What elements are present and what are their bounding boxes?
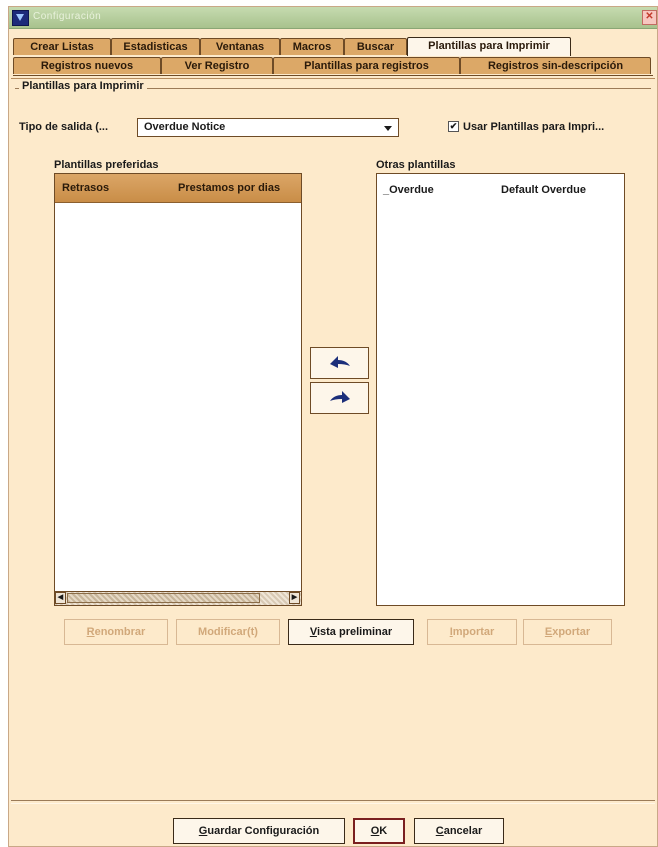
scroll-thumb[interactable] — [67, 593, 260, 603]
preview-mnemonic: V — [309, 626, 317, 638]
export-button[interactable]: Exportar — [523, 619, 612, 645]
tab-ver-registro[interactable]: Ver Registro — [161, 57, 273, 74]
use-templates-label: Usar Plantillas para Impri... — [463, 121, 605, 133]
rename-label-rest: enombrar — [94, 626, 146, 638]
tab-estadisticas[interactable]: Estadisticas — [111, 38, 200, 55]
window-title: Configuración — [33, 11, 102, 22]
ok-button[interactable]: OK — [353, 818, 405, 844]
tab-content: Plantillas para Imprimir Tipo de salida … — [11, 78, 655, 809]
tab-registros-sin-descripcion[interactable]: Registros sin-descripción — [460, 57, 651, 74]
tab-plantillas-registros[interactable]: Plantillas para registros — [273, 57, 460, 74]
preview-button[interactable]: Vista preliminar — [288, 619, 414, 645]
template-name: _Overdue — [383, 184, 434, 196]
save-label-rest: uardar Configuración — [207, 825, 320, 837]
template-description: Default Overdue — [501, 184, 586, 196]
output-type-label: Tipo de salida (... — [19, 121, 109, 133]
other-templates-label: Otras plantillas — [376, 159, 456, 171]
chevron-down-icon[interactable] — [384, 126, 392, 131]
tab-row-2: Registros nuevos Ver Registro Plantillas… — [13, 57, 653, 76]
title-bar[interactable]: Configuración ✕ — [9, 7, 657, 29]
tab-crear-listas[interactable]: Crear Listas — [13, 38, 111, 55]
preferred-list-header: Retrasos Prestamos por dias — [55, 174, 301, 203]
close-icon[interactable]: ✕ — [642, 10, 657, 25]
preferred-templates-list[interactable]: Retrasos Prestamos por dias ◀ ▶ — [54, 173, 302, 606]
arrow-right-icon — [330, 391, 350, 403]
tab-plantillas-imprimir[interactable]: Plantillas para Imprimir — [407, 37, 571, 56]
modify-button[interactable]: Modificar(t) — [176, 619, 280, 645]
arrow-left-icon — [330, 356, 350, 368]
ok-mnemonic: O — [370, 825, 380, 837]
preferred-templates-label: Plantillas preferidas — [54, 159, 159, 171]
column-header-retrasos[interactable]: Retrasos — [62, 182, 109, 194]
other-templates-list[interactable]: _Overdue Default Overdue — [376, 173, 625, 606]
use-templates-checkbox[interactable]: ✔ — [448, 121, 459, 132]
tab-registros-nuevos[interactable]: Registros nuevos — [13, 57, 161, 74]
horizontal-scrollbar[interactable]: ◀ ▶ — [55, 591, 301, 605]
section-title: Plantillas para Imprimir — [19, 80, 147, 92]
column-header-prestamos[interactable]: Prestamos por dias — [178, 182, 280, 194]
rename-button[interactable]: Renombrar — [64, 619, 168, 645]
preview-label-rest: ista preliminar — [316, 626, 393, 638]
tab-ventanas[interactable]: Ventanas — [200, 38, 280, 55]
output-type-value: Overdue Notice — [144, 121, 226, 133]
scroll-right-icon[interactable]: ▶ — [289, 592, 300, 604]
cancel-button[interactable]: Cancelar — [414, 818, 504, 844]
tab-row-1: Crear Listas Estadisticas Ventanas Macro… — [13, 37, 653, 56]
import-button[interactable]: Importar — [427, 619, 517, 645]
export-label-rest: xportar — [552, 626, 591, 638]
rename-mnemonic: R — [86, 626, 95, 638]
tab-buscar[interactable]: Buscar — [344, 38, 407, 55]
ok-label-rest: K — [379, 825, 388, 837]
save-config-button[interactable]: Guardar Configuración — [173, 818, 345, 844]
cancel-label-rest: ancelar — [443, 825, 483, 837]
tab-macros[interactable]: Macros — [280, 38, 344, 55]
output-type-select[interactable]: Overdue Notice — [137, 118, 399, 137]
scroll-left-icon[interactable]: ◀ — [55, 592, 66, 604]
move-left-button[interactable] — [310, 347, 369, 379]
cancel-mnemonic: C — [435, 825, 444, 837]
app-icon — [12, 10, 29, 26]
configuration-window: Configuración ✕ Crear Listas Estadistica… — [8, 6, 658, 847]
footer-divider — [11, 800, 655, 804]
import-label-rest: mportar — [452, 626, 495, 638]
move-right-button[interactable] — [310, 382, 369, 414]
